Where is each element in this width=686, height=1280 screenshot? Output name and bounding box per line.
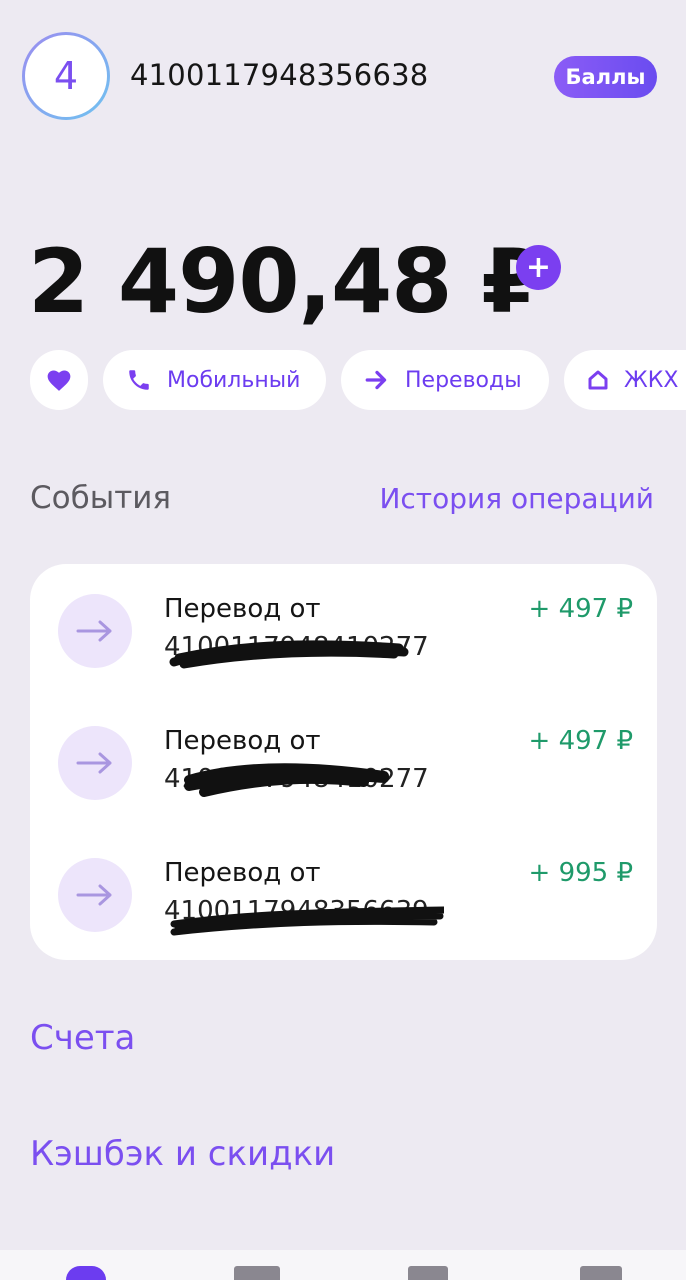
- bottom-nav: [0, 1250, 686, 1280]
- add-funds-button[interactable]: +: [516, 245, 561, 290]
- showcase-icon[interactable]: [408, 1266, 448, 1280]
- redaction-scribble: [170, 906, 444, 936]
- transfers-chip-label: Переводы: [405, 367, 522, 393]
- events-card: Перевод от 4100117948410277 + 497 ₽ Пере…: [30, 564, 657, 960]
- transfers-chip[interactable]: Переводы: [341, 350, 549, 410]
- chat-icon[interactable]: [580, 1266, 622, 1280]
- accounts-link[interactable]: Счета: [30, 1018, 135, 1058]
- transfer-arrow-icon: [58, 594, 132, 668]
- events-title: События: [30, 480, 172, 516]
- redaction-scribble: [169, 640, 409, 669]
- transfer-arrow-icon: [58, 726, 132, 800]
- payments-icon[interactable]: [234, 1266, 280, 1280]
- home-icon[interactable]: [66, 1266, 106, 1280]
- utilities-chip-label: ЖКХ: [624, 367, 679, 393]
- avatar-number: 4: [25, 35, 107, 117]
- mobile-chip[interactable]: Мобильный: [103, 350, 326, 410]
- event-title: Перевод от: [164, 594, 321, 624]
- cashback-link[interactable]: Кэшбэк и скидки: [30, 1134, 335, 1174]
- heart-icon: [45, 366, 73, 394]
- event-item[interactable]: Перевод от 4100117948410277 + 497 ₽: [58, 726, 633, 836]
- avatar[interactable]: 4: [22, 32, 110, 120]
- event-amount: + 497 ₽: [528, 726, 633, 756]
- transfer-arrow-icon: [58, 858, 132, 932]
- event-item[interactable]: Перевод от 4100117948356639 + 995 ₽: [58, 858, 633, 968]
- event-title: Перевод от: [164, 726, 321, 756]
- utilities-chip[interactable]: ЖКХ: [564, 350, 686, 410]
- account-number[interactable]: 4100117948356638: [130, 58, 428, 92]
- event-item[interactable]: Перевод от 4100117948410277 + 497 ₽: [58, 594, 633, 704]
- app-screen: 4 4100117948356638 Баллы 2 490,48 ₽ + Мо…: [0, 0, 686, 1280]
- balance-amount: 2 490,48 ₽: [28, 230, 542, 333]
- mobile-chip-label: Мобильный: [167, 367, 301, 393]
- event-amount: + 497 ₽: [528, 594, 633, 624]
- house-icon: [586, 366, 610, 394]
- event-title: Перевод от: [164, 858, 321, 888]
- arrow-right-icon: [363, 366, 391, 394]
- redaction-scribble: [184, 763, 389, 797]
- points-button[interactable]: Баллы: [554, 56, 657, 98]
- phone-icon: [125, 366, 153, 394]
- event-amount: + 995 ₽: [528, 858, 633, 888]
- history-link[interactable]: История операций: [379, 482, 654, 515]
- favorites-chip[interactable]: [30, 350, 88, 410]
